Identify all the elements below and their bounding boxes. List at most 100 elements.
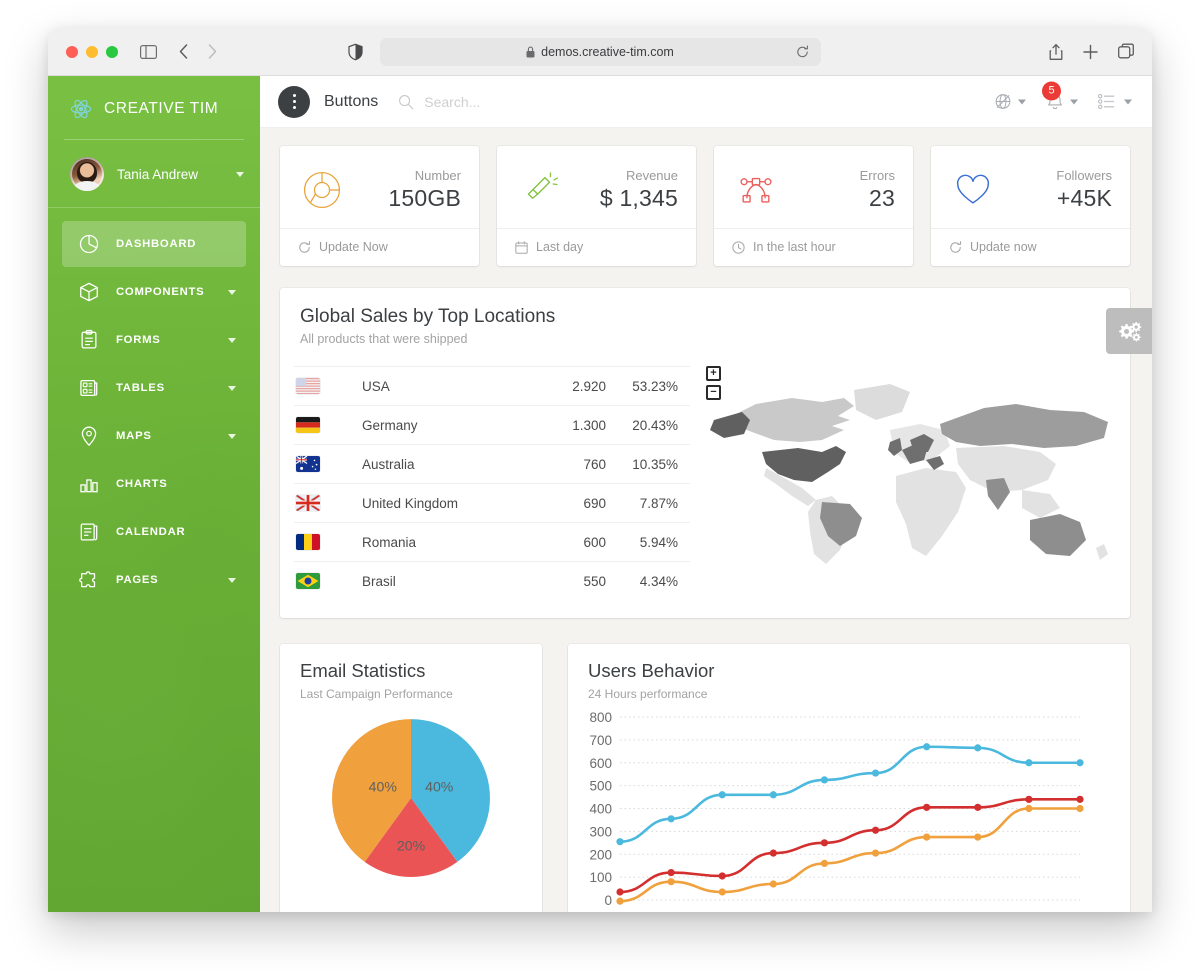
data-point[interactable] (718, 791, 726, 799)
sidebar-item-pages[interactable]: PAGES (62, 557, 246, 603)
stat-footer[interactable]: In the last hour (714, 228, 913, 266)
user-avatar (70, 157, 104, 191)
data-point[interactable] (974, 744, 982, 752)
table-row[interactable]: United Kingdom 690 7.87% (294, 483, 690, 523)
data-point[interactable] (871, 849, 880, 857)
navigation-buttons[interactable] (179, 44, 217, 59)
table-row[interactable]: Australia 760 10.35% (294, 444, 690, 484)
chart-subtitle: 24 Hours performance (588, 687, 708, 701)
data-point[interactable] (769, 880, 777, 888)
stat-footer[interactable]: Update now (931, 228, 1130, 266)
globe-icon[interactable] (994, 93, 1012, 111)
stat-card-number: Number 150GB Update Now (280, 146, 479, 266)
search-icon[interactable] (398, 94, 414, 110)
data-point[interactable] (974, 833, 982, 841)
settings-panel-toggle[interactable] (1106, 308, 1152, 354)
share-icon[interactable] (1049, 43, 1063, 60)
maximize-window-button[interactable] (106, 45, 118, 58)
chevron-down-icon[interactable] (1124, 99, 1132, 104)
list-icon[interactable] (1098, 93, 1118, 110)
forward-chevron-icon[interactable] (208, 44, 217, 59)
chevron-down-icon[interactable] (1070, 99, 1078, 104)
data-point[interactable] (769, 849, 777, 857)
shield-icon[interactable] (348, 43, 363, 60)
chevron-down-icon[interactable] (228, 577, 236, 583)
map-zoom-controls[interactable]: + − (706, 366, 721, 404)
user-profile-row[interactable]: Tania Andrew (48, 140, 260, 208)
data-point[interactable] (1076, 759, 1084, 767)
window-controls[interactable] (66, 45, 118, 58)
data-point[interactable] (820, 859, 829, 867)
map-zoom-in-button[interactable]: + (706, 366, 721, 381)
country-name: Germany (340, 405, 532, 445)
chevron-down-icon[interactable] (228, 337, 236, 343)
list-menu[interactable] (1098, 93, 1132, 110)
top-navbar: Buttons Search... 5 (260, 76, 1152, 128)
data-point[interactable] (667, 815, 675, 823)
data-point[interactable] (616, 888, 624, 896)
data-point[interactable] (1025, 759, 1033, 767)
data-point[interactable] (871, 826, 880, 834)
data-point[interactable] (1076, 795, 1084, 803)
stat-footer[interactable]: Update Now (280, 228, 479, 266)
data-point[interactable] (820, 839, 829, 847)
world-map[interactable]: + − (690, 366, 1134, 600)
plus-icon[interactable] (1083, 44, 1098, 59)
bell-icon[interactable]: 5 (1042, 81, 1064, 111)
sidebar-item-charts[interactable]: CHARTS (62, 461, 246, 507)
sidebar-item-dashboard[interactable]: DASHBOARD (62, 221, 246, 267)
table-row[interactable]: Germany 1.300 20.43% (294, 405, 690, 445)
search-input[interactable]: Search... (424, 94, 480, 110)
data-point[interactable] (923, 743, 931, 751)
tab-overview-icon[interactable] (1118, 43, 1134, 60)
data-point[interactable] (923, 833, 931, 841)
browser-toolbar: demos.creative-tim.com (48, 28, 1152, 76)
data-point[interactable] (1025, 795, 1033, 803)
globe-menu[interactable] (994, 93, 1026, 111)
notifications-menu[interactable]: 5 (1042, 81, 1078, 111)
table-row[interactable]: Brasil 550 4.34% (294, 561, 690, 600)
sidebar-item-forms[interactable]: FORMS (62, 317, 246, 363)
chevron-down-icon[interactable] (228, 289, 236, 295)
data-point[interactable] (667, 878, 675, 886)
data-point[interactable] (616, 897, 624, 905)
data-point[interactable] (923, 803, 931, 811)
address-bar[interactable]: demos.creative-tim.com (379, 37, 821, 66)
sidebar-item-tables[interactable]: TABLES (62, 365, 246, 411)
data-point[interactable] (718, 872, 726, 880)
data-point[interactable] (616, 838, 624, 846)
brand-logo[interactable]: CREATIVE TIM (48, 76, 260, 140)
chevron-down-icon[interactable] (236, 171, 244, 177)
data-point[interactable] (871, 769, 880, 777)
kebab-menu-icon[interactable] (278, 85, 310, 118)
country-percent: 7.87% (612, 483, 690, 523)
sidebar-toggle-icon[interactable] (140, 44, 157, 59)
data-point[interactable] (667, 868, 675, 877)
close-window-button[interactable] (66, 45, 78, 58)
table-row[interactable]: USA 2.920 53.23% (294, 366, 690, 406)
chevron-down-icon[interactable] (228, 385, 236, 391)
data-point[interactable] (974, 803, 982, 811)
data-point[interactable] (1025, 804, 1033, 813)
y-axis-tick-label: 700 (589, 733, 612, 748)
back-chevron-icon[interactable] (179, 44, 188, 59)
atom-icon (70, 98, 92, 120)
chevron-down-icon[interactable] (228, 433, 236, 439)
search-field[interactable]: Search... (398, 94, 480, 110)
map-zoom-out-button[interactable]: − (706, 385, 721, 400)
stat-footer[interactable]: Last day (497, 228, 696, 266)
data-point[interactable] (769, 791, 777, 799)
stat-footer-label: In the last hour (753, 240, 836, 254)
data-point[interactable] (820, 776, 829, 784)
reload-icon[interactable] (796, 45, 809, 58)
calendar-icon (76, 519, 102, 545)
sidebar-item-maps[interactable]: MAPS (62, 413, 246, 459)
sidebar-item-calendar[interactable]: CALENDAR (62, 509, 246, 555)
user-name: Tania Andrew (117, 166, 199, 182)
sidebar-item-components[interactable]: COMPONENTS (62, 269, 246, 315)
chevron-down-icon[interactable] (1018, 99, 1026, 104)
data-point[interactable] (718, 888, 726, 896)
table-row[interactable]: Romania 600 5.94% (294, 522, 690, 562)
data-point[interactable] (1076, 804, 1084, 813)
minimize-window-button[interactable] (86, 45, 98, 58)
